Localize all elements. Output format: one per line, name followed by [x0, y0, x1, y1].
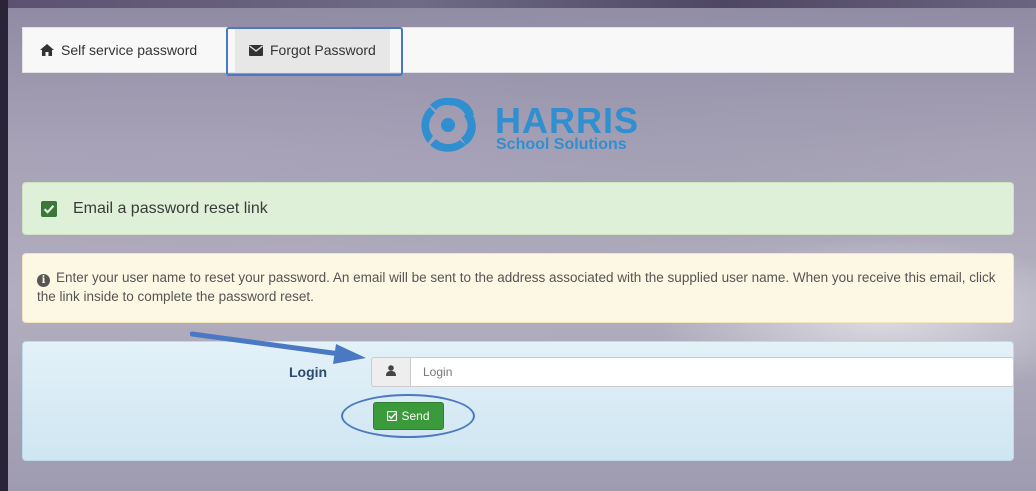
info-circle-icon: i [37, 274, 50, 287]
user-icon [386, 363, 396, 381]
info-alert-text: Enter your user name to reset your passw… [37, 270, 996, 304]
top-navbar: Self service password Forgot Password [22, 27, 1014, 73]
home-icon [40, 44, 54, 56]
pointer-arrow-annotation [190, 331, 366, 364]
harris-logo: HARRIS School Solutions [412, 94, 652, 156]
harris-swirl-icon [421, 97, 476, 152]
forgot-password-highlight-annotation [226, 27, 403, 76]
nav-self-service-password-label: Self service password [61, 42, 198, 58]
info-alert: i Enter your user name to reset your pass… [22, 253, 1014, 323]
check-square-icon [41, 200, 57, 217]
send-highlight-annotation [341, 394, 475, 438]
success-alert-text: Email a password reset link [73, 199, 268, 217]
starfield-background [0, 0, 1036, 8]
login-label: Login [289, 364, 328, 380]
logo-tagline-text: School Solutions [496, 136, 627, 153]
login-input[interactable] [410, 357, 1014, 387]
window-edge [0, 0, 8, 491]
login-input-addon [371, 357, 411, 387]
nav-self-service-password[interactable]: Self service password [40, 28, 197, 72]
success-alert: Email a password reset link [22, 182, 1014, 235]
